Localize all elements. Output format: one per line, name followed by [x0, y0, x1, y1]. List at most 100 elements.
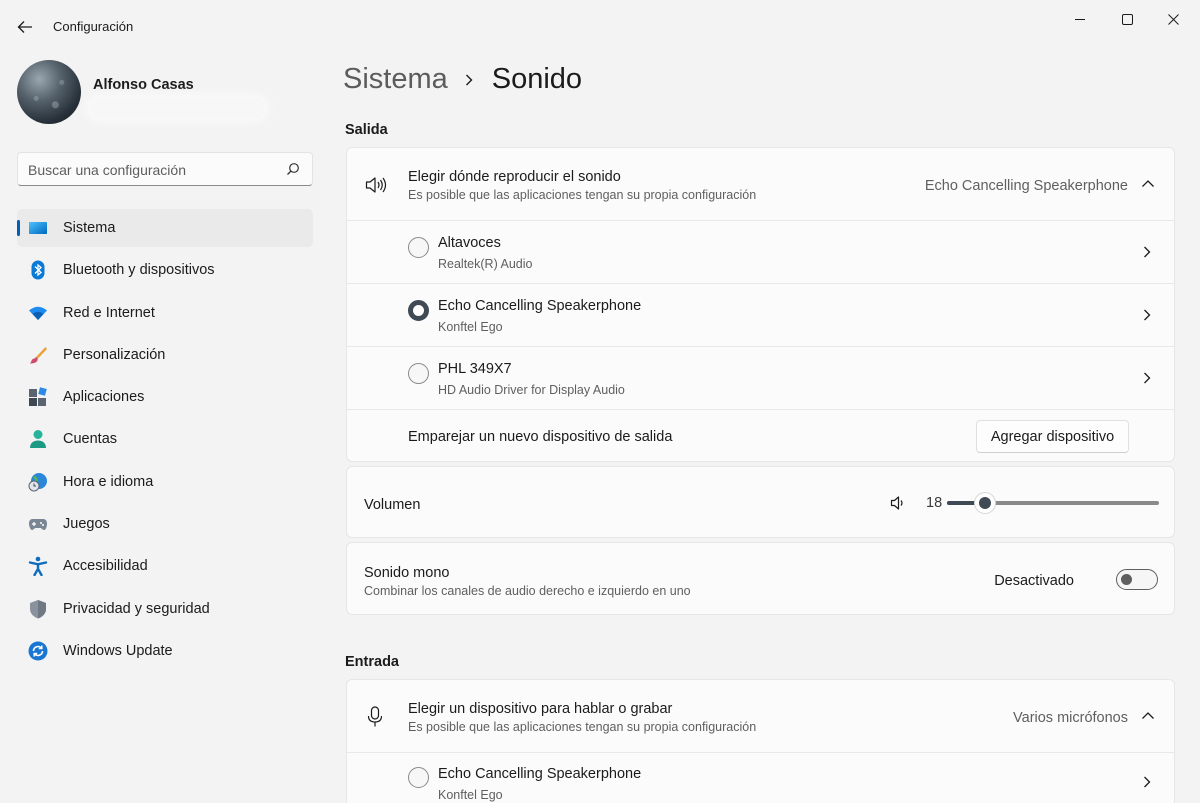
radio-button[interactable]	[408, 767, 429, 788]
apps-icon	[29, 387, 47, 407]
sidebar-item-juegos[interactable]: Juegos	[17, 505, 313, 543]
chevron-up-icon[interactable]	[1141, 179, 1155, 189]
output-device-row[interactable]: PHL 349X7 HD Audio Driver for Display Au…	[347, 346, 1174, 409]
device-name: Echo Cancelling Speakerphone	[438, 766, 642, 782]
volume-slider[interactable]	[947, 493, 1159, 513]
chevron-right-icon	[465, 74, 473, 85]
close-icon	[1167, 13, 1179, 25]
radio-button-selected[interactable]	[408, 300, 429, 321]
user-email-redacted	[90, 98, 265, 118]
sidebar-item-privacidad[interactable]: Privacidad y seguridad	[17, 590, 313, 628]
sidebar-item-label: Red e Internet	[63, 304, 155, 321]
breadcrumb: Sistema Sonido	[343, 63, 582, 96]
accessibility-icon	[28, 557, 48, 577]
search-box[interactable]	[17, 152, 313, 186]
search-input[interactable]	[28, 160, 278, 180]
bluetooth-icon	[31, 260, 45, 280]
sidebar-item-accesibilidad[interactable]: Accesibilidad	[17, 547, 313, 585]
maximize-icon	[1121, 13, 1133, 25]
volume-speaker-icon[interactable]	[890, 495, 906, 511]
input-choose-value: Varios micrófonos	[1013, 710, 1128, 726]
search-icon	[287, 163, 299, 175]
chevron-up-icon[interactable]	[1141, 711, 1155, 721]
sidebar-item-label: Personalización	[63, 346, 166, 363]
avatar[interactable]	[17, 60, 81, 124]
output-device-row[interactable]: Altavoces Realtek(R) Audio	[347, 220, 1174, 283]
wifi-icon	[29, 306, 47, 320]
globe-clock-icon	[28, 472, 47, 492]
device-name: Echo Cancelling Speakerphone	[438, 298, 642, 314]
radio-button[interactable]	[408, 363, 429, 384]
volume-label: Volumen	[364, 497, 421, 513]
add-device-button[interactable]: Agregar dispositivo	[976, 420, 1129, 453]
sidebar-item-label: Hora e idioma	[63, 473, 154, 490]
mono-audio-card: Sonido mono Combinar los canales de audi…	[346, 542, 1175, 615]
user-name: Alfonso Casas	[93, 77, 194, 93]
back-button[interactable]	[10, 13, 40, 41]
volume-value: 18	[926, 495, 943, 511]
page-title: Sonido	[491, 63, 583, 95]
sidebar-item-personalizacion[interactable]: Personalización	[17, 336, 313, 374]
input-device-card: Elegir un dispositivo para hablar o grab…	[346, 679, 1175, 803]
mono-audio-subtitle: Combinar los canales de audio derecho e …	[364, 584, 691, 598]
gamepad-icon	[29, 519, 47, 531]
device-driver: Realtek(R) Audio	[438, 257, 533, 271]
sidebar-item-label: Privacidad y seguridad	[63, 600, 210, 617]
minimize-icon	[1075, 19, 1085, 20]
output-choose-title: Elegir dónde reproducir el sonido	[408, 169, 621, 185]
sidebar-item-label: Accesibilidad	[63, 558, 148, 575]
sidebar-item-sistema[interactable]: Sistema	[17, 209, 313, 247]
sidebar-item-hora[interactable]: Hora e idioma	[17, 463, 313, 501]
sidebar-item-windows-update[interactable]: Windows Update	[17, 632, 313, 670]
output-choose-value: Echo Cancelling Speakerphone	[924, 178, 1128, 194]
back-arrow-icon	[17, 21, 32, 33]
device-name: Altavoces	[438, 235, 501, 251]
sidebar-item-label: Cuentas	[63, 431, 118, 448]
sidebar-item-bluetooth[interactable]: Bluetooth y dispositivos	[17, 251, 313, 289]
device-name: PHL 349X7	[438, 361, 512, 377]
chevron-right-icon	[1144, 372, 1151, 384]
sidebar-item-label: Aplicaciones	[63, 389, 145, 406]
mono-audio-title: Sonido mono	[364, 565, 450, 581]
device-driver: Konftel Ego	[438, 320, 503, 334]
output-choose-subtitle: Es posible que las aplicaciones tengan s…	[408, 188, 757, 202]
close-button[interactable]	[1150, 6, 1196, 32]
sidebar-item-red[interactable]: Red e Internet	[17, 294, 313, 332]
radio-button[interactable]	[408, 237, 429, 258]
minimize-button[interactable]	[1057, 6, 1103, 32]
sidebar-item-label: Sistema	[63, 220, 116, 236]
output-device-card: Elegir dónde reproducir el sonido Es pos…	[346, 147, 1175, 462]
system-icon	[29, 222, 47, 234]
shield-icon	[30, 599, 46, 619]
chevron-right-icon	[1144, 246, 1151, 258]
input-device-row[interactable]: Echo Cancelling Speakerphone Konftel Ego	[347, 752, 1174, 803]
input-choose-title: Elegir un dispositivo para hablar o grab…	[408, 701, 673, 717]
pair-device-row: Emparejar un nuevo dispositivo de salida…	[347, 409, 1174, 462]
update-icon	[28, 641, 48, 661]
maximize-button[interactable]	[1104, 6, 1150, 32]
account-icon	[30, 430, 46, 449]
input-choose-row[interactable]: Elegir un dispositivo para hablar o grab…	[347, 680, 1174, 752]
sidebar-item-cuentas[interactable]: Cuentas	[17, 420, 313, 458]
breadcrumb-parent[interactable]: Sistema	[343, 63, 448, 96]
volume-slider-thumb[interactable]	[975, 493, 995, 513]
pair-device-label: Emparejar un nuevo dispositivo de salida	[408, 429, 673, 445]
mono-audio-toggle[interactable]	[1116, 569, 1158, 590]
sidebar-item-aplicaciones[interactable]: Aplicaciones	[17, 378, 313, 416]
device-driver: Konftel Ego	[438, 788, 503, 802]
app-title: Configuración	[53, 19, 134, 34]
sidebar-item-label: Windows Update	[63, 642, 173, 659]
chevron-right-icon	[1144, 776, 1151, 788]
mono-audio-state: Desactivado	[994, 573, 1074, 589]
section-title-output: Salida	[345, 122, 388, 138]
sidebar-nav: Sistema Bluetooth y dispositivos Red e I…	[17, 209, 313, 674]
volume-card: Volumen 18	[346, 466, 1175, 538]
chevron-right-icon	[1144, 309, 1151, 321]
sidebar-item-label: Bluetooth y dispositivos	[63, 262, 215, 279]
output-device-row[interactable]: Echo Cancelling Speakerphone Konftel Ego	[347, 283, 1174, 346]
output-choose-row[interactable]: Elegir dónde reproducir el sonido Es pos…	[347, 148, 1174, 220]
microphone-icon	[367, 706, 383, 727]
paintbrush-icon	[30, 346, 47, 364]
device-driver: HD Audio Driver for Display Audio	[438, 383, 625, 397]
title-bar: Configuración	[0, 0, 1200, 54]
